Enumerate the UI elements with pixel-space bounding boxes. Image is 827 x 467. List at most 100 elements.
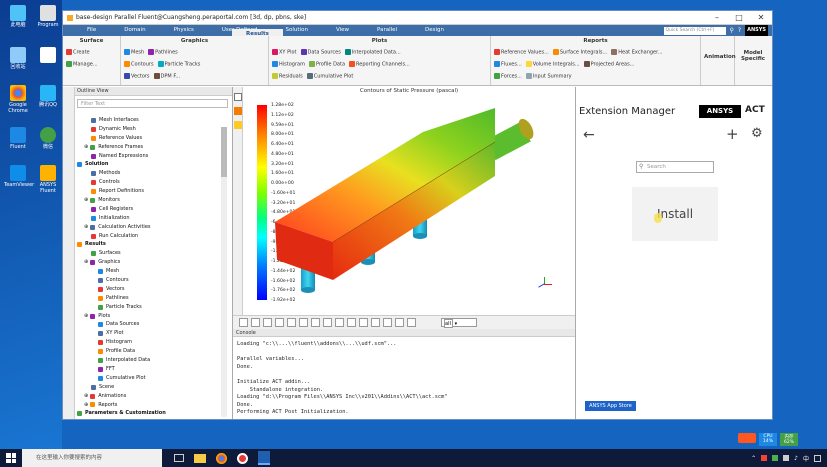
tray-app-icon[interactable] (772, 455, 779, 461)
save-picture-icon[interactable] (371, 318, 380, 327)
graphics-tool-icon[interactable] (234, 93, 242, 101)
windows-start-icon[interactable] (6, 453, 16, 463)
rotate-tool-icon[interactable] (239, 318, 248, 327)
notification-icon[interactable] (814, 454, 821, 462)
tree-item[interactable]: Methods (77, 169, 218, 178)
reports-input-summary-button[interactable]: Input Summary (525, 72, 572, 79)
tree-item[interactable]: Run Calculation (77, 232, 218, 241)
graphics-contours-button[interactable]: Contours (124, 60, 154, 67)
console-panel[interactable]: Console Loading "c:\\...\\fluent\\addons… (233, 329, 576, 419)
maximize-button[interactable]: □ (728, 13, 750, 22)
tree-item[interactable]: XY Plot (77, 329, 218, 338)
reports-surface-integrals-button[interactable]: Surface Integrals... (552, 48, 607, 55)
tray-chevron-icon[interactable]: ⌃ (751, 455, 756, 462)
tree-item[interactable]: Particle Tracks (77, 303, 218, 312)
zoom-tool-icon[interactable] (263, 318, 272, 327)
tree-item[interactable]: ⊕ Monitors (77, 196, 218, 205)
expand-icon[interactable]: ⊕ (84, 143, 88, 152)
tree-item[interactable]: Reference Values (77, 134, 218, 143)
expand-icon[interactable]: ⊕ (84, 401, 88, 410)
search-icon[interactable]: ⚲ (730, 25, 734, 36)
desktop-icon-app[interactable] (34, 47, 62, 64)
tree-item[interactable]: ⊕ Graphics (77, 258, 218, 267)
volume-icon[interactable]: ♪ (794, 455, 798, 462)
record-taskbar-icon[interactable] (237, 452, 248, 464)
tree-item[interactable]: Data Sources (77, 320, 218, 329)
reports-projected-areas-button[interactable]: Projected Areas... (583, 60, 634, 67)
file-explorer-icon[interactable] (194, 453, 206, 463)
tree-item[interactable]: ⊕ Plots (77, 312, 218, 321)
help-icon[interactable]: ? (738, 25, 741, 36)
install-button[interactable]: Install (632, 187, 718, 241)
taskbar-search-input[interactable]: 在这里输入你要搜索的内容 (22, 449, 162, 467)
view-xz-icon[interactable] (335, 318, 344, 327)
tree-item[interactable]: Named Expressions (77, 152, 218, 161)
tray-app-icon[interactable] (761, 455, 768, 461)
tree-item[interactable]: Pathlines (77, 294, 218, 303)
layout-icon[interactable] (407, 318, 416, 327)
settings-gear-icon[interactable]: ⚙ (751, 126, 763, 141)
desktop-icon-this-pc[interactable]: 此电脑 (4, 5, 32, 28)
tree-item[interactable]: ⊕ Reference Frames (77, 143, 218, 152)
view-select[interactable]: all ▾ (441, 318, 477, 328)
input-method-icon[interactable]: 中 (803, 454, 809, 463)
desktop-icon-teamviewer[interactable]: TeamViewer (4, 165, 34, 188)
tree-item[interactable]: Histogram (77, 338, 218, 347)
left-side-tabs[interactable] (63, 87, 75, 419)
tree-item[interactable]: Scene (77, 383, 218, 392)
view-iso-icon[interactable] (347, 318, 356, 327)
graphics-dpm-button[interactable]: DPM F... (153, 72, 180, 79)
tree-item[interactable]: Mesh Interfaces (77, 116, 218, 125)
tree-item[interactable]: ⊕ Calculation Activities (77, 223, 218, 232)
expand-icon[interactable]: ⊕ (84, 223, 88, 232)
tree-item[interactable]: Contours (77, 276, 218, 285)
tree-item[interactable]: Surfaces (77, 249, 218, 258)
desktop-icon-fluent[interactable]: Fluent (4, 127, 32, 150)
tab-view[interactable]: View (322, 25, 363, 36)
reports-heat-exchanger-button[interactable]: Heat Exchanger... (611, 48, 663, 55)
ribbon-group-model-specific[interactable]: Model Specific (735, 36, 771, 85)
tree-item[interactable]: Dynamic Mesh (77, 125, 218, 134)
tree-item[interactable]: Results (77, 240, 218, 249)
desktop-icon-qq[interactable]: 腾讯QQ (34, 85, 62, 108)
quick-search-input[interactable]: Quick Search (Ctrl+F) (663, 26, 726, 35)
desktop-icon-program[interactable]: Program (34, 5, 62, 28)
expand-icon[interactable]: ⊕ (84, 392, 88, 401)
tree-item[interactable]: FFT (77, 365, 218, 374)
tree-item[interactable]: Vectors (77, 285, 218, 294)
minimize-button[interactable]: – (706, 13, 728, 22)
chrome-taskbar-icon[interactable] (216, 452, 227, 464)
reports-reference-values-button[interactable]: Reference Values... (494, 48, 549, 55)
fluent-taskbar-icon[interactable] (258, 451, 270, 465)
tab-parallel[interactable]: Parallel (363, 25, 411, 36)
network-icon[interactable] (783, 455, 790, 461)
tab-design[interactable]: Design (411, 25, 458, 36)
tree-item[interactable]: Mesh (77, 267, 218, 276)
tab-physics[interactable]: Physics (160, 25, 208, 36)
chart-icon[interactable] (395, 318, 404, 327)
tree-item[interactable]: Solution (77, 160, 218, 169)
zoom-box-tool-icon[interactable] (275, 318, 284, 327)
tree-item[interactable]: Parameters & Customization (77, 409, 218, 418)
surface-manage-button[interactable]: Manage... (66, 60, 98, 67)
select-tool-icon[interactable] (299, 318, 308, 327)
tab-file[interactable]: File (73, 25, 110, 36)
graphics-mesh-button[interactable]: Mesh (124, 48, 144, 55)
tree-item[interactable]: Initialization (77, 214, 218, 223)
plots-reporting-channels-button[interactable]: Reporting Channels... (349, 60, 410, 67)
tree-item[interactable]: Controls (77, 178, 218, 187)
graphics-window[interactable]: Contours of Static Pressure (pascal) 1.2… (233, 87, 576, 329)
graphics-pathlines-button[interactable]: Pathlines (148, 48, 178, 55)
extension-search-input[interactable]: Search (636, 161, 714, 173)
pan-tool-icon[interactable] (251, 318, 260, 327)
surface-create-button[interactable]: Create (66, 48, 90, 55)
plots-data-sources-button[interactable]: Data Sources (300, 48, 341, 55)
tree-item[interactable]: Cumulative Plot (77, 374, 218, 383)
expand-icon[interactable]: ⊕ (84, 196, 88, 205)
desktop-icon-chrome[interactable]: Google Chrome (4, 85, 32, 114)
ansys-app-store-button[interactable]: ANSYS App Store (585, 401, 636, 411)
tree-item[interactable]: ⊕ Reports (77, 401, 218, 410)
sogou-icon[interactable] (738, 433, 756, 443)
expand-icon[interactable]: ⊕ (84, 312, 88, 321)
plots-xy-button[interactable]: XY Plot (272, 48, 297, 55)
